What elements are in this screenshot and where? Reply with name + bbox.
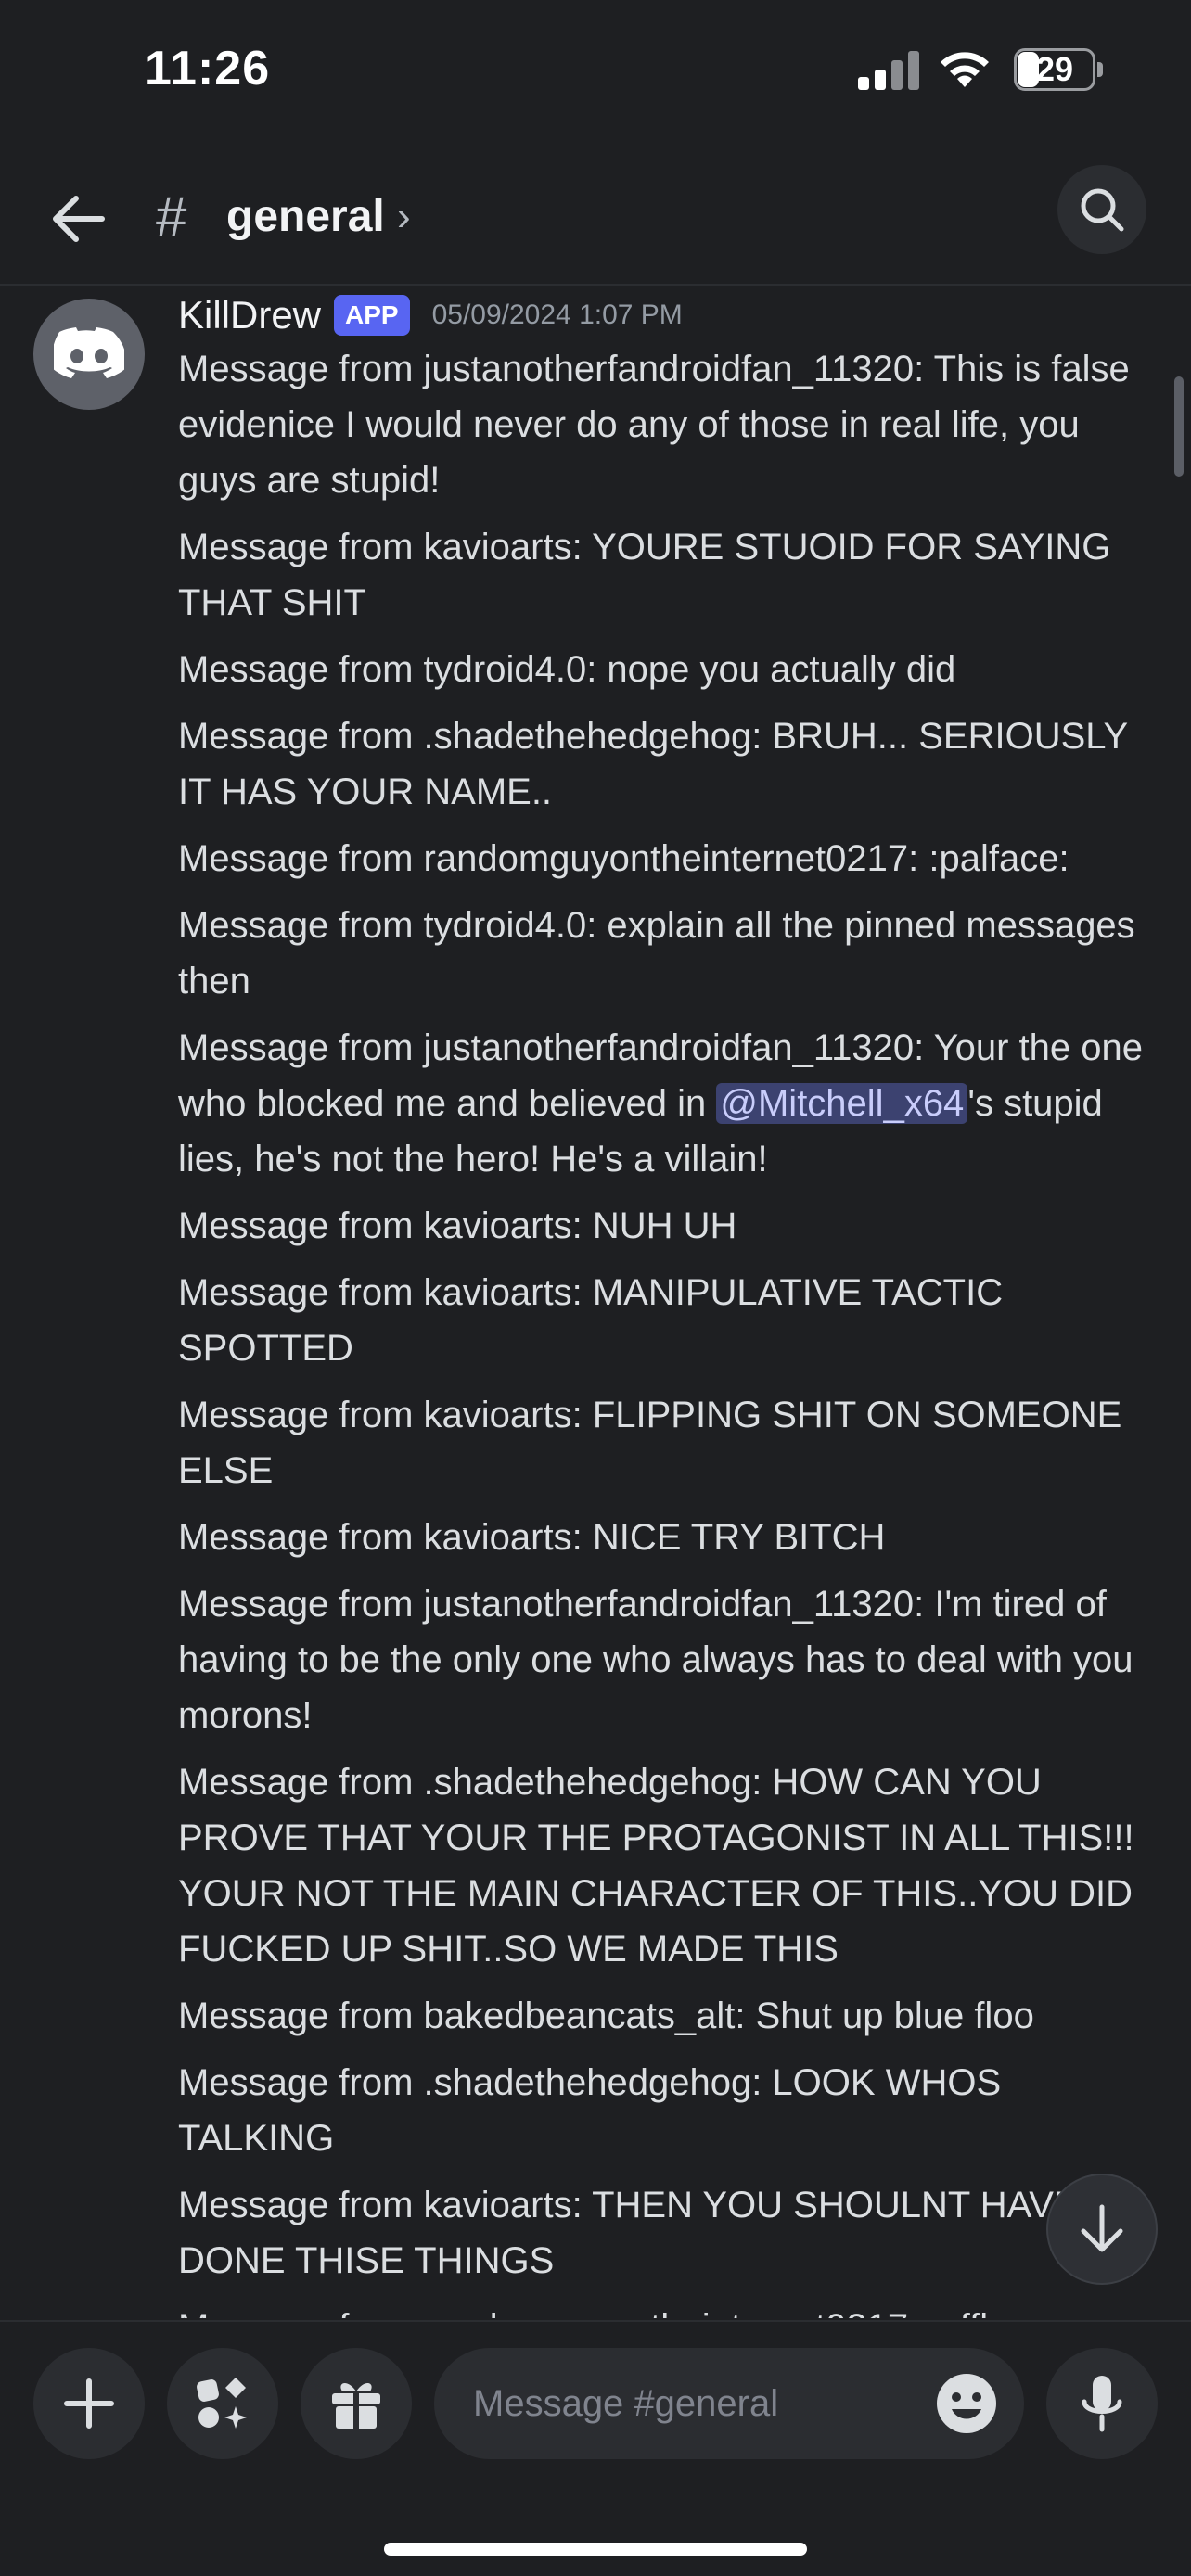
apps-icon (197, 2378, 247, 2429)
message-list[interactable]: KillDrew APP 05/09/2024 1:07 PM Message … (0, 287, 1191, 2318)
avatar[interactable] (33, 299, 145, 410)
message-line[interactable]: Message from justanotherfandroidfan_1132… (178, 1576, 1161, 1743)
message-line[interactable]: Message from .shadethehedgehog: HOW CAN … (178, 1754, 1161, 1977)
message-input-container[interactable] (434, 2348, 1024, 2459)
discord-logo-icon (54, 327, 124, 378)
plus-icon (64, 2378, 114, 2429)
search-icon (1081, 188, 1124, 232)
voice-message-button[interactable] (1046, 2348, 1158, 2459)
scrollbar-thumb[interactable] (1174, 376, 1184, 477)
message-line[interactable]: Message from justanotherfandroidfan_1132… (178, 341, 1161, 508)
status-time: 11:26 (145, 42, 271, 96)
message-group-content: Message from justanotherfandroidfan_1132… (178, 341, 1161, 2318)
message-line[interactable]: Message from kavioarts: YOURE STUOID FOR… (178, 519, 1161, 631)
message-line[interactable]: Message from tydroid4.0: nope you actual… (178, 642, 1161, 697)
back-button[interactable] (45, 185, 111, 252)
message-line[interactable]: Message from kavioarts: THEN YOU SHOULNT… (178, 2177, 1161, 2289)
message-input[interactable] (473, 2348, 900, 2459)
emoji-icon[interactable] (935, 2372, 998, 2435)
back-arrow-icon (53, 196, 105, 242)
wifi-icon (941, 52, 989, 87)
add-attachment-button[interactable] (33, 2348, 145, 2459)
hash-icon: # (156, 185, 187, 248)
message-line[interactable]: Message from kavioarts: MANIPULATIVE TAC… (178, 1265, 1161, 1376)
user-mention[interactable]: @Mitchell_x64 (716, 1083, 968, 1124)
message-timestamp: 05/09/2024 1:07 PM (431, 300, 683, 330)
jump-to-latest-button[interactable] (1046, 2174, 1158, 2285)
search-button[interactable] (1057, 165, 1146, 254)
gift-icon (332, 2382, 380, 2429)
composer-bar (0, 2320, 1191, 2576)
apps-button[interactable] (167, 2348, 278, 2459)
cellular-signal-icon (858, 51, 919, 90)
message-line[interactable]: Message from randomguyontheinternet0217:… (178, 831, 1161, 886)
message-line-with-mention[interactable]: Message from justanotherfandroidfan_1132… (178, 1020, 1161, 1187)
channel-name[interactable]: general (226, 182, 385, 252)
home-indicator[interactable] (384, 2543, 807, 2556)
arrow-down-icon (1081, 2204, 1123, 2252)
discord-channel-screen: 11:26 29 # general › KillDrew APP 05/09/… (0, 0, 1191, 2576)
chevron-right-icon[interactable]: › (397, 182, 411, 252)
message-line[interactable]: Message from .shadethehedgehog: LOOK WHO… (178, 2055, 1161, 2166)
channel-header: # general › (0, 158, 1191, 286)
message-line[interactable]: Message from kavioarts: FLIPPING SHIT ON… (178, 1387, 1161, 1498)
app-badge: APP (334, 295, 410, 336)
gift-button[interactable] (301, 2348, 412, 2459)
message-line[interactable]: Message from kavioarts: NICE TRY BITCH (178, 1510, 1161, 1565)
author-name[interactable]: KillDrew (178, 293, 321, 338)
status-bar: 11:26 29 (0, 0, 1191, 139)
battery-icon: 29 (1014, 48, 1103, 91)
message-header: KillDrew APP 05/09/2024 1:07 PM (178, 287, 683, 343)
battery-level: 29 (1035, 50, 1074, 88)
microphone-icon (1082, 2376, 1122, 2432)
message-line[interactable]: Message from bakedbeancats_alt: Shut up … (178, 1988, 1161, 2044)
message-line[interactable]: Message from .shadethehedgehog: BRUH... … (178, 708, 1161, 820)
message-line[interactable]: Message from randomguyontheinternet0217:… (178, 2300, 1161, 2318)
message-line[interactable]: Message from tydroid4.0: explain all the… (178, 898, 1161, 1009)
message-line[interactable]: Message from kavioarts: NUH UH (178, 1198, 1161, 1254)
